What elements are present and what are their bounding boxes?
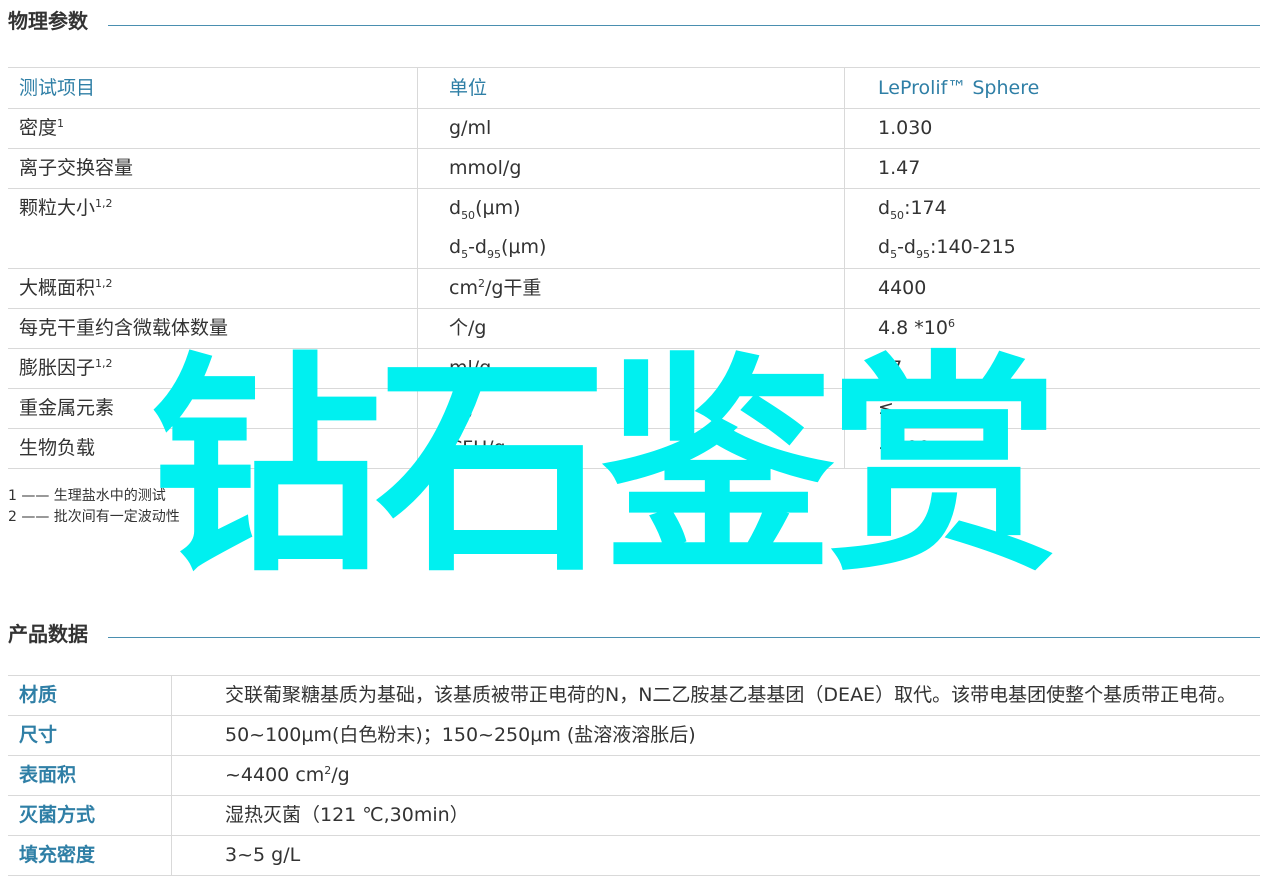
row-key: 材质: [8, 675, 172, 716]
table-header-row: 测试项目 单位 LeProlif™ Sphere: [8, 67, 1260, 109]
table-row: 表面积 ~4400 cm2/g: [8, 755, 1260, 796]
row-value: 1.030: [844, 108, 1260, 149]
row-unit: g/ml: [417, 108, 845, 149]
section-divider: [108, 637, 1260, 638]
row-value: 交联葡聚糖基质为基础，该基质被带正电荷的N，N二乙胺基乙基基团（DEAE）取代。…: [171, 675, 1260, 716]
table-row: 灭菌方式 湿热灭菌（121 ℃,30min）: [8, 795, 1260, 836]
table-row: 尺寸 50~100μm(白色粉末)；150~250μm (盐溶液溶胀后): [8, 715, 1260, 756]
row-value: ~4400 cm2/g: [171, 755, 1260, 796]
section-title-physical: 物理参数: [8, 9, 88, 33]
row-value: d50:174 d5-d95:140-215: [844, 188, 1260, 269]
row-item: 离子交换容量: [8, 148, 418, 189]
row-key: 填充密度: [8, 835, 172, 876]
row-unit: mmol/g: [417, 148, 845, 189]
table-row: 密度1 g/ml 1.030: [8, 108, 1260, 149]
row-item: 大概面积1,2: [8, 268, 418, 309]
product-data-table: 材质 交联葡聚糖基质为基础，该基质被带正电荷的N，N二乙胺基乙基基团（DEAE）…: [8, 675, 1260, 876]
section-divider: [108, 25, 1260, 26]
row-key: 尺寸: [8, 715, 172, 756]
section-title-product: 产品数据: [8, 622, 88, 646]
row-value: 4400: [844, 268, 1260, 309]
header-product: LeProlif™ Sphere: [844, 67, 1260, 109]
row-value: 3~5 g/L: [171, 835, 1260, 876]
row-key: 灭菌方式: [8, 795, 172, 836]
row-item: 颗粒大小1,2: [8, 188, 418, 269]
row-value: 1.47: [844, 148, 1260, 189]
table-row: 填充密度 3~5 g/L: [8, 835, 1260, 876]
table-row: 材质 交联葡聚糖基质为基础，该基质被带正电荷的N，N二乙胺基乙基基团（DEAE）…: [8, 675, 1260, 716]
header-unit: 单位: [417, 67, 845, 109]
watermark-overlay: 钻石鉴赏: [150, 333, 1060, 603]
row-item: 密度1: [8, 108, 418, 149]
table-row: 颗粒大小1,2 d50(μm) d5-d95(μm) d50:174 d5-d9…: [8, 188, 1260, 269]
row-key: 表面积: [8, 755, 172, 796]
row-value: 50~100μm(白色粉末)；150~250μm (盐溶液溶胀后): [171, 715, 1260, 756]
row-unit: d50(μm) d5-d95(μm): [417, 188, 845, 269]
header-test-item: 测试项目: [8, 67, 418, 109]
row-unit: cm2/g干重: [417, 268, 845, 309]
table-row: 离子交换容量 mmol/g 1.47: [8, 148, 1260, 189]
row-value: 湿热灭菌（121 ℃,30min）: [171, 795, 1260, 836]
table-row: 大概面积1,2 cm2/g干重 4400: [8, 268, 1260, 309]
